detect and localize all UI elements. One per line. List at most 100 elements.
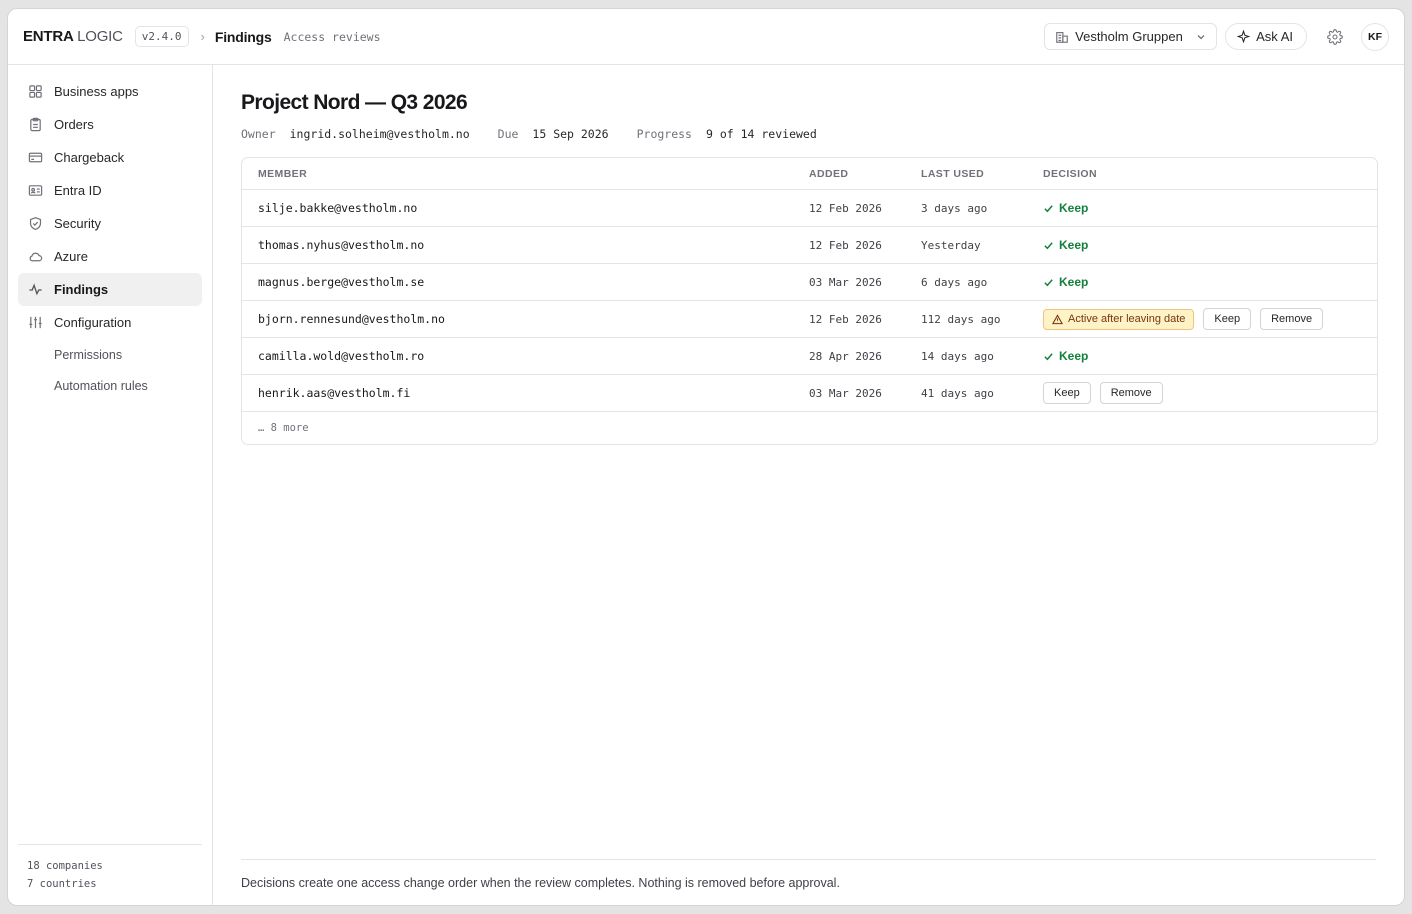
added-date: 28 Apr 2026 xyxy=(809,349,882,363)
remove-button[interactable]: Remove xyxy=(1099,382,1163,404)
member-email: bjorn.rennesund@vestholm.no xyxy=(258,312,445,326)
added-date: 12 Feb 2026 xyxy=(809,312,882,326)
progress-value: 9 of 14 reviewed xyxy=(705,127,817,141)
sidebar-item-azure[interactable]: Azure xyxy=(18,240,202,273)
sidebar-item-label: Chargeback xyxy=(54,150,125,165)
added-date: 03 Mar 2026 xyxy=(809,275,882,289)
settings-button[interactable] xyxy=(1321,23,1349,51)
sidebar-item-label: Findings xyxy=(54,282,109,297)
review-meta: Owner ingrid.solheim@vestholm.no Due 15 … xyxy=(241,127,1376,141)
member-email: silje.bakke@vestholm.no xyxy=(258,201,418,215)
column-header-added[interactable]: ADDED xyxy=(809,168,921,180)
sparkle-icon xyxy=(1237,30,1251,43)
table-row: magnus.berge@vestholm.se 03 Mar 2026 6 d… xyxy=(242,264,1377,301)
version-badge: v2.4.0 xyxy=(134,26,189,47)
tenant-label: Vestholm Gruppen xyxy=(1075,29,1183,44)
member-email: henrik.aas@vestholm.fi xyxy=(258,386,411,400)
sidebar-footer: 18 companies 7 countries xyxy=(18,844,202,893)
last-used: 112 days ago xyxy=(921,312,1001,326)
last-used: 6 days ago xyxy=(921,275,988,289)
sidebar: Business apps Orders Chargeback Entra ID… xyxy=(8,65,213,905)
sidebar-item-security[interactable]: Security xyxy=(18,207,202,240)
members-table: MEMBER ADDED LAST USED DECISION silje.ba… xyxy=(241,157,1378,445)
check-icon xyxy=(1044,278,1053,286)
member-email: thomas.nyhus@vestholm.no xyxy=(258,238,425,252)
breadcrumb-title[interactable]: Findings xyxy=(215,29,272,45)
clipboard-icon xyxy=(30,117,41,132)
member-email: camilla.wold@vestholm.ro xyxy=(258,349,425,363)
companies-count: 18 companies xyxy=(27,860,103,872)
activity-icon xyxy=(29,283,42,296)
breadcrumb-chevron-icon: › xyxy=(200,29,205,44)
ask-ai-button[interactable]: Ask AI xyxy=(1225,23,1307,50)
gear-icon xyxy=(1327,28,1343,45)
cloud-icon xyxy=(29,252,43,262)
chevron-down-icon xyxy=(1197,34,1205,39)
page-title: Project Nord — Q3 2026 xyxy=(241,91,468,114)
countries-count: 7 countries xyxy=(27,878,97,890)
sidebar-item-label: Configuration xyxy=(54,315,132,330)
sidebar-subitem-automation-rules[interactable]: Automation rules xyxy=(18,370,202,401)
app-window: ENTRA LOGIC v2.4.0 › Findings Access rev… xyxy=(7,8,1405,906)
table-row: bjorn.rennesund@vestholm.no 12 Feb 2026 … xyxy=(242,301,1377,338)
table-row: thomas.nyhus@vestholm.no 12 Feb 2026 Yes… xyxy=(242,227,1377,264)
last-used: 41 days ago xyxy=(921,386,994,400)
footnote: Decisions create one access change order… xyxy=(241,859,1376,905)
show-more-link[interactable]: … 8 more xyxy=(242,412,1377,444)
building-icon xyxy=(1056,31,1068,43)
breadcrumb-subtitle: Access reviews xyxy=(283,29,381,44)
tenant-selector[interactable]: Vestholm Gruppen xyxy=(1044,23,1218,50)
sidebar-item-label: Business apps xyxy=(54,84,139,99)
id-card-icon xyxy=(28,185,43,196)
sliders-icon xyxy=(29,316,42,329)
warning-triangle-icon xyxy=(1052,313,1063,324)
grid-icon xyxy=(29,85,42,98)
shield-icon xyxy=(29,217,42,231)
added-date: 12 Feb 2026 xyxy=(809,238,882,252)
sidebar-item-label: Azure xyxy=(54,249,88,264)
table-row: camilla.wold@vestholm.ro 28 Apr 2026 14 … xyxy=(242,338,1377,375)
sidebar-item-configuration[interactable]: Configuration xyxy=(18,306,202,339)
last-used: 3 days ago xyxy=(921,201,988,215)
sidebar-item-business-apps[interactable]: Business apps xyxy=(18,75,202,108)
remove-button[interactable]: Remove xyxy=(1260,308,1324,330)
sidebar-item-orders[interactable]: Orders xyxy=(18,108,202,141)
sidebar-item-label: Security xyxy=(54,216,101,231)
member-email: magnus.berge@vestholm.se xyxy=(258,275,425,289)
brand-logo[interactable]: ENTRA LOGIC xyxy=(23,28,123,45)
warning-badge: Active after leaving date xyxy=(1043,308,1195,330)
decision-keep: Keep xyxy=(1043,275,1088,289)
credit-card-icon xyxy=(28,152,43,163)
column-header-last-used[interactable]: LAST USED xyxy=(921,168,1043,180)
keep-button[interactable]: Keep xyxy=(1043,382,1091,404)
progress-label: Progress xyxy=(636,127,692,141)
owner-value: ingrid.solheim@vestholm.no xyxy=(289,127,470,141)
due-value: 15 Sep 2026 xyxy=(532,127,609,141)
table-row: henrik.aas@vestholm.fi 03 Mar 2026 41 da… xyxy=(242,375,1377,412)
user-avatar[interactable]: KF xyxy=(1361,22,1389,51)
sidebar-item-entra-id[interactable]: Entra ID xyxy=(18,174,202,207)
sidebar-subitem-permissions[interactable]: Permissions xyxy=(18,339,202,370)
last-used: Yesterday xyxy=(921,238,981,252)
added-date: 12 Feb 2026 xyxy=(809,201,882,215)
keep-button[interactable]: Keep xyxy=(1203,308,1252,330)
table-row: silje.bakke@vestholm.no 12 Feb 2026 3 da… xyxy=(242,190,1377,227)
due-label: Due xyxy=(497,127,519,141)
added-date: 03 Mar 2026 xyxy=(809,386,882,400)
sidebar-item-findings[interactable]: Findings xyxy=(18,273,202,306)
check-icon xyxy=(1044,204,1053,212)
ask-ai-label: Ask AI xyxy=(1256,29,1293,44)
column-header-member[interactable]: MEMBER xyxy=(242,168,809,180)
main-content: Project Nord — Q3 2026 Owner ingrid.solh… xyxy=(241,65,1378,905)
column-header-decision[interactable]: DECISION xyxy=(1043,168,1377,180)
decision-keep: Keep xyxy=(1043,349,1088,363)
last-used: 14 days ago xyxy=(921,349,994,363)
sidebar-item-label: Orders xyxy=(54,117,94,132)
decision-keep: Keep xyxy=(1043,201,1088,215)
decision-keep: Keep xyxy=(1043,238,1088,252)
table-header: MEMBER ADDED LAST USED DECISION xyxy=(242,158,1377,190)
top-bar: ENTRA LOGIC v2.4.0 › Findings Access rev… xyxy=(8,9,1404,65)
sidebar-item-chargeback[interactable]: Chargeback xyxy=(18,141,202,174)
sidebar-item-label: Entra ID xyxy=(54,183,102,198)
check-icon xyxy=(1044,241,1053,249)
